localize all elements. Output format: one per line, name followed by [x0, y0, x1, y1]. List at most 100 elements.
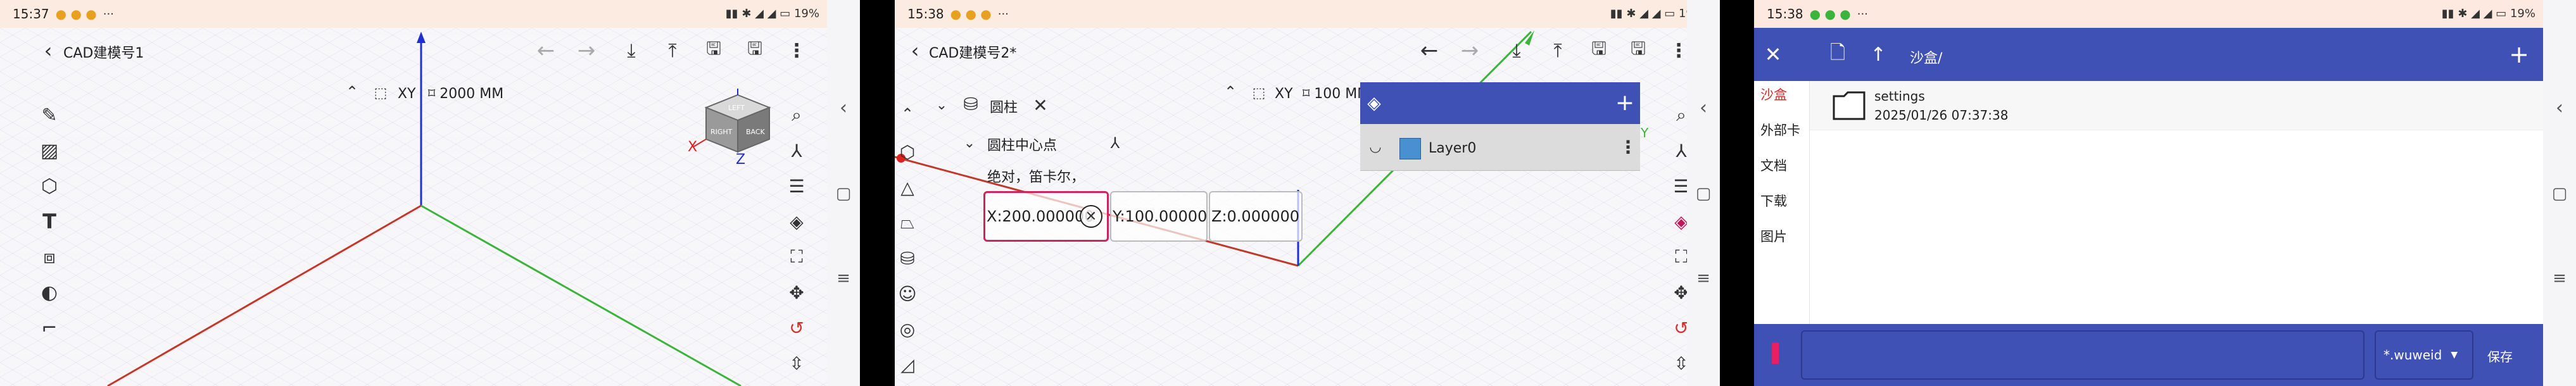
panel-file-manager: 15:38 ● ● ● ··· ▮▮ ✱ ◢ ◢ ▭ 19% ✕ 🗋 ↑ 沙盒/… [1720, 0, 2576, 386]
z-coordinate-field[interactable]: Z:0.000000 [1209, 191, 1303, 242]
sidebar-item-pictures[interactable]: 图片 [1760, 227, 1787, 246]
back-arrow-icon[interactable]: ‹ [902, 38, 928, 63]
view-select-icon[interactable]: ⬚ [1249, 84, 1268, 103]
redo-icon[interactable]: → [1456, 37, 1484, 65]
expand-down-icon[interactable]: ⌄ [930, 94, 953, 116]
battery-level: 19% [2510, 7, 2535, 20]
add-icon[interactable]: + [2505, 40, 2533, 68]
layer-menu-icon[interactable]: ⋮ [1619, 134, 1638, 159]
solid-tool-icon[interactable]: ⧈ [35, 243, 63, 271]
notification-icons: ● ● ● [55, 6, 97, 22]
axis-toggle-icon[interactable]: ⅄ [783, 137, 811, 165]
visibility-icon[interactable]: ◡ [1363, 134, 1388, 159]
frustum-tool-icon[interactable]: ⏢ [895, 209, 920, 237]
parent-folder-icon[interactable]: ↑ [1864, 40, 1892, 68]
layer-color-swatch[interactable] [1399, 138, 1421, 159]
new-file-icon[interactable]: 🗋 [1824, 40, 1852, 68]
sidebar-item-documents[interactable]: 文档 [1760, 156, 1787, 175]
point-snap-icon[interactable]: ⅄ [1101, 130, 1129, 156]
sidebar-item-sandbox[interactable]: 沙盒 [1760, 85, 1787, 104]
x-axis [107, 204, 422, 386]
nav-recents-icon[interactable]: ≡ [1691, 266, 1716, 291]
text-tool-icon[interactable]: T [35, 208, 63, 235]
filename-input[interactable] [1801, 330, 2364, 380]
center-point-label: 圆柱中心点 [987, 138, 1058, 154]
sidebar-item-external[interactable]: 外部卡 [1760, 120, 1800, 139]
z-axis-arrow [417, 32, 426, 43]
nav-home-icon[interactable]: ▢ [2547, 181, 2572, 206]
nav-back-icon[interactable]: ‹ [1691, 95, 1716, 120]
rotate-icon[interactable]: ↺ [783, 314, 811, 342]
nav-home-icon[interactable]: ▢ [1691, 181, 1716, 206]
coordinate-mode: 绝对，笛卡尔， [987, 170, 1085, 185]
view-plane-label: XY [398, 86, 416, 102]
export-icon[interactable]: ⤒ [1544, 37, 1572, 65]
collapse-up-icon-3[interactable]: ⌃ [1218, 82, 1243, 101]
expand-down-icon-2[interactable]: ⌄ [958, 132, 981, 154]
save-as-icon[interactable]: 🖫 [741, 37, 769, 65]
layer-row[interactable]: ◡ Layer0 ⋮ [1360, 124, 1640, 171]
filter-value: *.wuweid [2383, 347, 2442, 363]
dimension-tool-icon[interactable]: ⌐ [35, 314, 63, 342]
redo-icon[interactable]: → [572, 37, 600, 65]
close-tool-icon[interactable]: ✕ [1028, 92, 1053, 118]
system-nav-bar: ‹ ▢ ≡ [1687, 0, 1720, 386]
save-bar: ▐ *.wuweid ▼ 保存 [1754, 324, 2543, 386]
file-filter-dropdown[interactable]: *.wuweid ▼ [2375, 330, 2473, 380]
move-icon[interactable]: ✥ [783, 278, 811, 306]
layers-icon: ◈ [1367, 92, 1381, 113]
back-arrow-icon[interactable]: ‹ [35, 38, 61, 63]
close-icon[interactable]: ✕ [1759, 40, 1787, 68]
more-menu-icon[interactable]: ⋮ [785, 37, 808, 65]
undo-icon[interactable]: ← [1415, 37, 1443, 65]
collapse-up-icon[interactable]: ⌃ [339, 82, 365, 101]
sphere-icon[interactable]: ☺ [895, 280, 920, 308]
property-list-icon[interactable]: ☰ [783, 172, 811, 200]
snap-icon[interactable]: ⇳ [783, 349, 811, 377]
grid-size-label: ⌑ 100 MM [1303, 86, 1370, 102]
file-toolbar: ✕ 🗋 ↑ 沙盒/ + [1754, 28, 2543, 81]
system-nav-bar: ‹ ▢ ≡ [827, 0, 860, 386]
file-list-row[interactable]: settings 2025/01/26 07:37:38 [1810, 81, 2543, 130]
cube-label-top: LEFT [728, 104, 745, 112]
nav-recents-icon[interactable]: ≡ [831, 266, 856, 291]
nav-back-icon[interactable]: ‹ [2547, 95, 2572, 120]
view-select-icon[interactable]: ⬚ [371, 84, 390, 103]
cube-axis-z: Z [736, 152, 746, 168]
cube-label-front: RIGHT [710, 128, 733, 136]
box-icon[interactable]: ⬡ [895, 138, 920, 166]
save-icon[interactable]: 🖫 [700, 37, 728, 65]
nav-back-icon[interactable]: ‹ [831, 95, 856, 120]
add-layer-icon[interactable]: + [1611, 89, 1639, 116]
file-type-icon[interactable]: ▐ [1758, 339, 1786, 367]
undo-icon[interactable]: ← [532, 37, 560, 65]
layers-icon[interactable]: ◈ [783, 208, 811, 235]
hatch-icon[interactable]: ▨ [35, 137, 63, 165]
fit-screen-icon[interactable]: ⛶ [783, 243, 811, 271]
nav-home-icon[interactable]: ▢ [831, 181, 856, 206]
save-button[interactable]: 保存 [2487, 347, 2513, 365]
current-path: 沙盒/ [1910, 51, 1943, 66]
status-bar: 15:38 ● ● ● ··· ▮▮ ✱ ◢ ◢ ▭ 19% [1754, 0, 2543, 28]
save-as-icon[interactable]: 🖫 [1624, 37, 1652, 65]
status-right: ▮▮ ✱ ◢ ◢ ▭ 19% [2441, 7, 2535, 20]
cylinder-icon[interactable]: ⛁ [895, 244, 920, 272]
torus-icon[interactable]: ◎ [895, 315, 920, 343]
box-icon[interactable]: ⬡ [35, 172, 63, 200]
import-icon[interactable]: ⤓ [1503, 37, 1531, 65]
export-icon[interactable]: ⤒ [659, 37, 686, 65]
cube-axis-x: X [688, 139, 698, 155]
pencil-icon[interactable]: ✎ [35, 101, 63, 129]
zoom-icon[interactable]: ⌕ [783, 101, 811, 129]
cone-tool-icon[interactable]: △ [895, 173, 920, 201]
sphere-tool-icon[interactable]: ◐ [35, 278, 63, 306]
sidebar-item-downloads[interactable]: 下载 [1760, 191, 1787, 210]
clear-input-icon[interactable]: ✕ [1080, 205, 1102, 228]
import-icon[interactable]: ⤓ [617, 37, 645, 65]
wedge-icon[interactable]: ◿ [895, 351, 920, 378]
collapse-up-icon[interactable]: ⌃ [895, 101, 920, 127]
save-icon[interactable]: 🖫 [1585, 37, 1613, 65]
y-coordinate-field[interactable]: Y:100.000000 [1110, 191, 1208, 242]
layer-panel-header: ◈ + [1360, 82, 1640, 124]
nav-recents-icon[interactable]: ≡ [2547, 266, 2572, 291]
